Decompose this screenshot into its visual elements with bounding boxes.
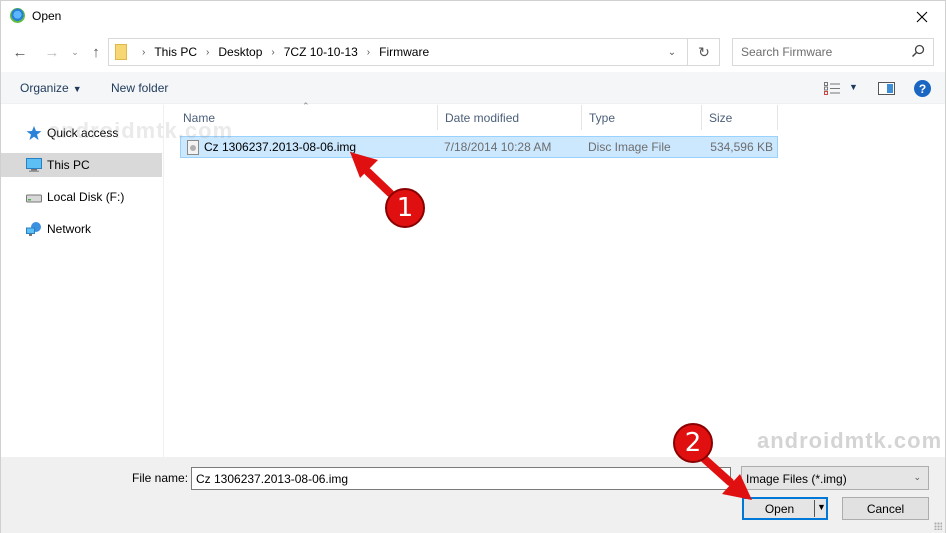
address-bar[interactable]: › This PC › Desktop › 7CZ 10-10-13 › Fir… xyxy=(108,38,720,66)
help-icon[interactable]: ? xyxy=(914,80,931,97)
cancel-button[interactable]: Cancel xyxy=(842,497,929,520)
up-button[interactable]: ↑ xyxy=(86,41,106,63)
close-button[interactable] xyxy=(899,1,945,32)
file-name: Cz 1306237.2013-08-06.img xyxy=(204,140,357,154)
arrow-up-icon: ↑ xyxy=(92,43,100,61)
view-details-icon[interactable] xyxy=(824,82,840,95)
chevron-right-icon: › xyxy=(142,46,146,58)
column-header-name[interactable]: Name xyxy=(176,105,438,130)
sidebar-item-local-disk[interactable]: Local Disk (F:) xyxy=(1,185,162,209)
refresh-icon: ↻ xyxy=(698,43,710,60)
arrow-left-icon: ← xyxy=(12,43,28,61)
folder-icon xyxy=(115,44,127,60)
chevron-right-icon[interactable]: › xyxy=(271,47,274,58)
file-name-input[interactable]: Cz 1306237.2013-08-06.img ⌄ xyxy=(191,467,731,490)
annotation-badge-1: 1 xyxy=(385,188,425,228)
file-list: ⌃ Name Date modified Type Size Cz 130623… xyxy=(165,101,945,457)
search-placeholder: Search Firmware xyxy=(741,45,833,59)
new-folder-button[interactable]: New folder xyxy=(111,81,168,95)
breadcrumb-this-pc[interactable]: This PC xyxy=(154,45,197,59)
organize-label: Organize xyxy=(20,81,69,95)
open-file-dialog: Open ← → ⌄ ↑ › This PC › Desktop › 7CZ 1… xyxy=(0,0,946,533)
refresh-button[interactable]: ↻ xyxy=(687,39,720,65)
caret-down-icon: ▼ xyxy=(72,84,82,94)
close-icon xyxy=(916,11,928,22)
file-type: Disc Image File xyxy=(588,140,671,154)
command-toolbar: Organize ▼ New folder ▼ ? xyxy=(1,72,945,104)
chevron-down-icon: ⌄ xyxy=(71,46,79,57)
chevron-down-icon: ⌄ xyxy=(913,472,921,482)
network-icon xyxy=(26,222,41,236)
search-icon[interactable] xyxy=(911,44,925,58)
dialog-footer: File name: Cz 1306237.2013-08-06.img ⌄ I… xyxy=(1,457,945,533)
disc-image-file-icon xyxy=(187,140,199,155)
chevron-right-icon[interactable]: › xyxy=(206,47,209,58)
globe-icon xyxy=(10,8,25,23)
forward-button[interactable]: → xyxy=(42,41,62,63)
file-date-modified: 7/18/2014 10:28 AM xyxy=(444,140,552,154)
chevron-right-icon[interactable]: › xyxy=(367,47,370,58)
file-size: 534,596 KB xyxy=(710,140,773,154)
breadcrumb-desktop[interactable]: Desktop xyxy=(218,45,262,59)
file-name-value: Cz 1306237.2013-08-06.img xyxy=(196,472,349,486)
column-header-type[interactable]: Type xyxy=(582,105,702,130)
navigation-pane: Quick access This PC Local Disk (F:) Net… xyxy=(1,105,164,457)
back-button[interactable]: ← xyxy=(10,41,30,63)
resize-grip[interactable] xyxy=(934,522,942,530)
address-dropdown-button[interactable]: ⌄ xyxy=(658,39,686,65)
sidebar-label: Local Disk (F:) xyxy=(47,190,125,204)
arrow-right-icon: → xyxy=(44,43,60,61)
annotation-badge-2: 2 xyxy=(673,423,713,463)
star-icon xyxy=(26,126,42,140)
organize-button[interactable]: Organize ▼ xyxy=(20,81,82,95)
open-button[interactable]: Open ▼ xyxy=(742,497,828,520)
file-name-label: File name: xyxy=(132,471,189,485)
navigation-bar: ← → ⌄ ↑ › This PC › Desktop › 7CZ 10-10-… xyxy=(1,32,945,72)
preview-pane-icon[interactable] xyxy=(878,82,895,95)
sidebar-item-this-pc[interactable]: This PC xyxy=(1,153,162,177)
sidebar-label: This PC xyxy=(47,158,90,172)
computer-icon xyxy=(26,158,42,172)
sidebar-item-network[interactable]: Network xyxy=(1,217,162,241)
column-header-size[interactable]: Size xyxy=(702,105,778,130)
open-options-caret-icon[interactable]: ▼ xyxy=(817,502,826,512)
breadcrumb-firmware[interactable]: Firmware xyxy=(379,45,429,59)
recent-locations-button[interactable]: ⌄ xyxy=(65,41,85,63)
breadcrumb: › This PC › Desktop › 7CZ 10-10-13 › Fir… xyxy=(133,39,429,65)
sidebar-label: Network xyxy=(47,222,92,236)
drive-icon xyxy=(26,194,42,203)
column-header-date-modified[interactable]: Date modified xyxy=(438,105,582,130)
search-input[interactable]: Search Firmware xyxy=(732,38,934,66)
split-divider xyxy=(814,500,815,517)
file-row[interactable]: Cz 1306237.2013-08-06.img 7/18/2014 10:2… xyxy=(180,136,778,158)
file-type-value: Image Files (*.img) xyxy=(746,472,847,486)
window-title: Open xyxy=(32,9,62,23)
view-options-caret-icon[interactable]: ▼ xyxy=(849,82,858,92)
file-type-select[interactable]: Image Files (*.img) ⌄ xyxy=(741,466,929,490)
sidebar-item-quick-access[interactable]: Quick access xyxy=(1,121,162,145)
chevron-down-icon[interactable]: ⌄ xyxy=(720,472,728,483)
title-bar: Open xyxy=(1,1,945,32)
sidebar-label: Quick access xyxy=(47,126,119,140)
chevron-down-icon: ⌄ xyxy=(667,46,677,58)
breadcrumb-7cz[interactable]: 7CZ 10-10-13 xyxy=(284,45,358,59)
open-label: Open xyxy=(764,502,795,516)
